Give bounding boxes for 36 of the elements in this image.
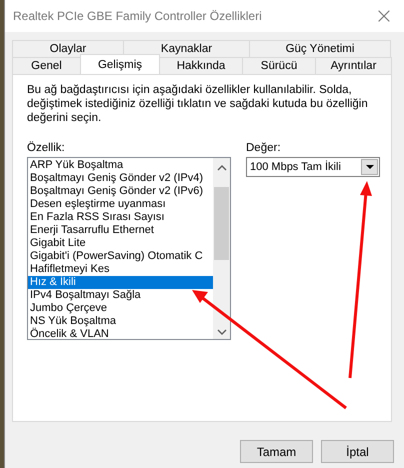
list-item[interactable]: NS Yük Boşaltma <box>28 315 213 328</box>
window-title: Realtek PCIe GBE Family Controller Özellikleri <box>13 9 262 23</box>
caret-icon <box>366 165 374 169</box>
dropdown-button[interactable] <box>361 159 378 175</box>
value-dropdown[interactable]: 100 Mbps Tam İkili <box>246 157 380 177</box>
dropdown-value: 100 Mbps Tam İkili <box>250 161 341 173</box>
scrollbar-thumb[interactable] <box>214 187 229 260</box>
list-item[interactable]: Gigabit'i (PowerSaving) Otomatik C <box>28 250 213 263</box>
list-item[interactable]: ARP Yük Boşaltma <box>28 159 213 172</box>
tab[interactable]: Genel <box>12 57 81 74</box>
tab[interactable]: Güç Yönetimi <box>249 40 391 57</box>
list-item[interactable]: Hız & İkili <box>28 276 213 289</box>
list-item[interactable]: En Fazla RSS Sırası Sayısı <box>28 211 213 224</box>
scroll-down-icon[interactable] <box>216 329 226 335</box>
dialog-button[interactable]: İptal <box>321 440 394 463</box>
list-item[interactable]: Hafifletmeyi Kes <box>28 263 213 276</box>
list-item[interactable]: Gigabit Lite <box>28 237 213 250</box>
list-item[interactable]: Enerji Tasarruflu Ethernet <box>28 224 213 237</box>
tab[interactable]: Gelişmiş <box>80 54 160 74</box>
tab[interactable]: Olaylar <box>12 40 124 57</box>
close-button[interactable]: × <box>364 0 404 32</box>
list-item[interactable]: Öncelik & VLAN <box>28 328 213 339</box>
list-item[interactable]: Boşaltmayı Geniş Gönder v2 (IPv6) <box>28 185 213 198</box>
tab[interactable]: Ayrıntılar <box>315 57 392 74</box>
tab[interactable]: Kaynaklar <box>123 40 250 57</box>
description-text: Bu ağ bağdaştırıcısı için aşağıdaki özellikler kullanılabilir. Solda, değiştimek istediğiniz özelliği tıklatın ve sağdaki kutuda bu özelliğin değerini seçin. <box>27 83 369 125</box>
scrollbar[interactable] <box>213 158 230 339</box>
scroll-up-icon[interactable] <box>216 165 226 171</box>
list-item[interactable]: Jumbo Çerçeve <box>28 302 213 315</box>
dialog-button[interactable]: Tamam <box>240 440 313 463</box>
list-item[interactable]: Boşaltmayı Geniş Gönder v2 (IPv4) <box>28 172 213 185</box>
property-label: Özellik: <box>27 141 66 155</box>
property-list[interactable] <box>27 157 231 340</box>
value-label: Değer: <box>246 141 282 155</box>
list-item[interactable]: Desen eşleştirme uyanması <box>28 198 213 211</box>
list-item[interactable]: IPv4 Boşaltmayı Sağla <box>28 289 213 302</box>
